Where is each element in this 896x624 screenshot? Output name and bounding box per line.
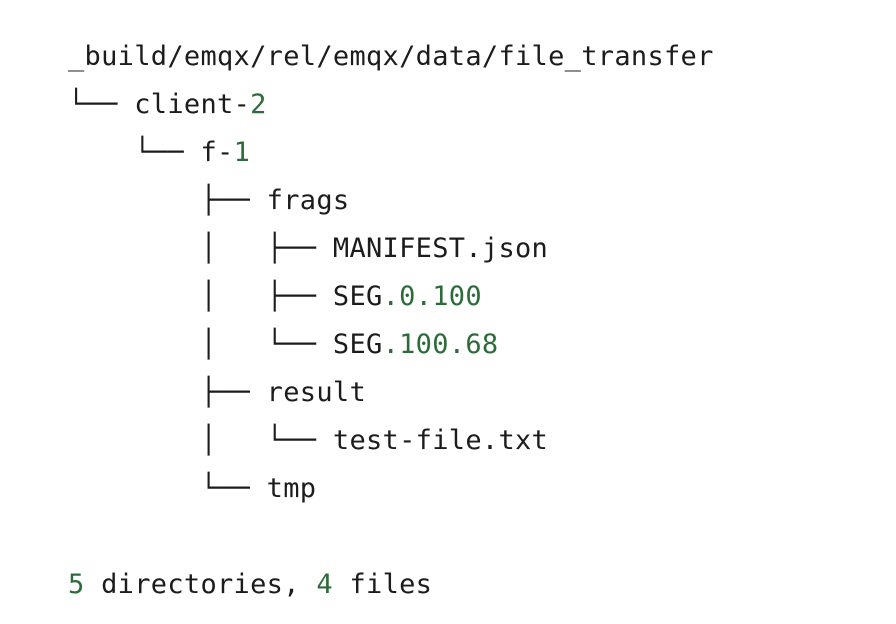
entry-number: 2 [250, 89, 267, 120]
tree-branch: │ └── [68, 329, 333, 360]
tree-branch: │ ├── [68, 233, 333, 264]
entry-name: SEG [332, 281, 383, 312]
entry-number: .100.68 [382, 329, 499, 360]
entry-name: result [266, 377, 367, 408]
tree-entry-seg-100: │ └── SEG.100.68 [68, 321, 714, 369]
entry-number: .0.100 [382, 281, 482, 312]
tree-branch: │ └── [68, 425, 333, 456]
tree-branch: ├── [68, 185, 267, 216]
file-label: files [332, 569, 433, 600]
tree-entry-manifest: │ ├── MANIFEST.json [68, 225, 714, 273]
tree-entry-test-file: │ └── test-file.txt [68, 417, 714, 465]
tree-summary: 5 directories, 4 files [68, 561, 714, 609]
tree-entry-client: └── client-2 [68, 81, 714, 129]
tree-entry-seg-0: │ ├── SEG.0.100 [68, 273, 714, 321]
directory-label: directories, [84, 569, 317, 600]
tree-branch: ├── [68, 377, 267, 408]
tree-branch: │ ├── [68, 281, 333, 312]
entry-name: tmp [266, 473, 317, 504]
tree-branch: └── [68, 473, 267, 504]
entry-name: f- [200, 137, 234, 168]
entry-name: test-file.txt [332, 425, 549, 456]
directory-count: 5 [68, 569, 85, 600]
tree-entry-result: ├── result [68, 369, 714, 417]
entry-number: 1 [233, 137, 251, 168]
root-path: _build/emqx/rel/emqx/data/file_transfer [68, 41, 714, 72]
entry-name: MANIFEST.json [332, 233, 549, 264]
tree-branch: └── [68, 89, 135, 120]
tree-entry-tmp: └── tmp [68, 465, 714, 513]
tree-branch: └── [68, 137, 201, 168]
tree-entry-frags: ├── frags [68, 177, 714, 225]
file-count: 4 [316, 569, 333, 600]
entry-name: client- [134, 89, 251, 120]
entry-name: SEG [332, 329, 383, 360]
tree-entry-f1: └── f-1 [68, 129, 714, 177]
entry-name: frags [266, 185, 350, 216]
terminal-output: _build/emqx/rel/emqx/data/file_transfer … [68, 33, 714, 609]
